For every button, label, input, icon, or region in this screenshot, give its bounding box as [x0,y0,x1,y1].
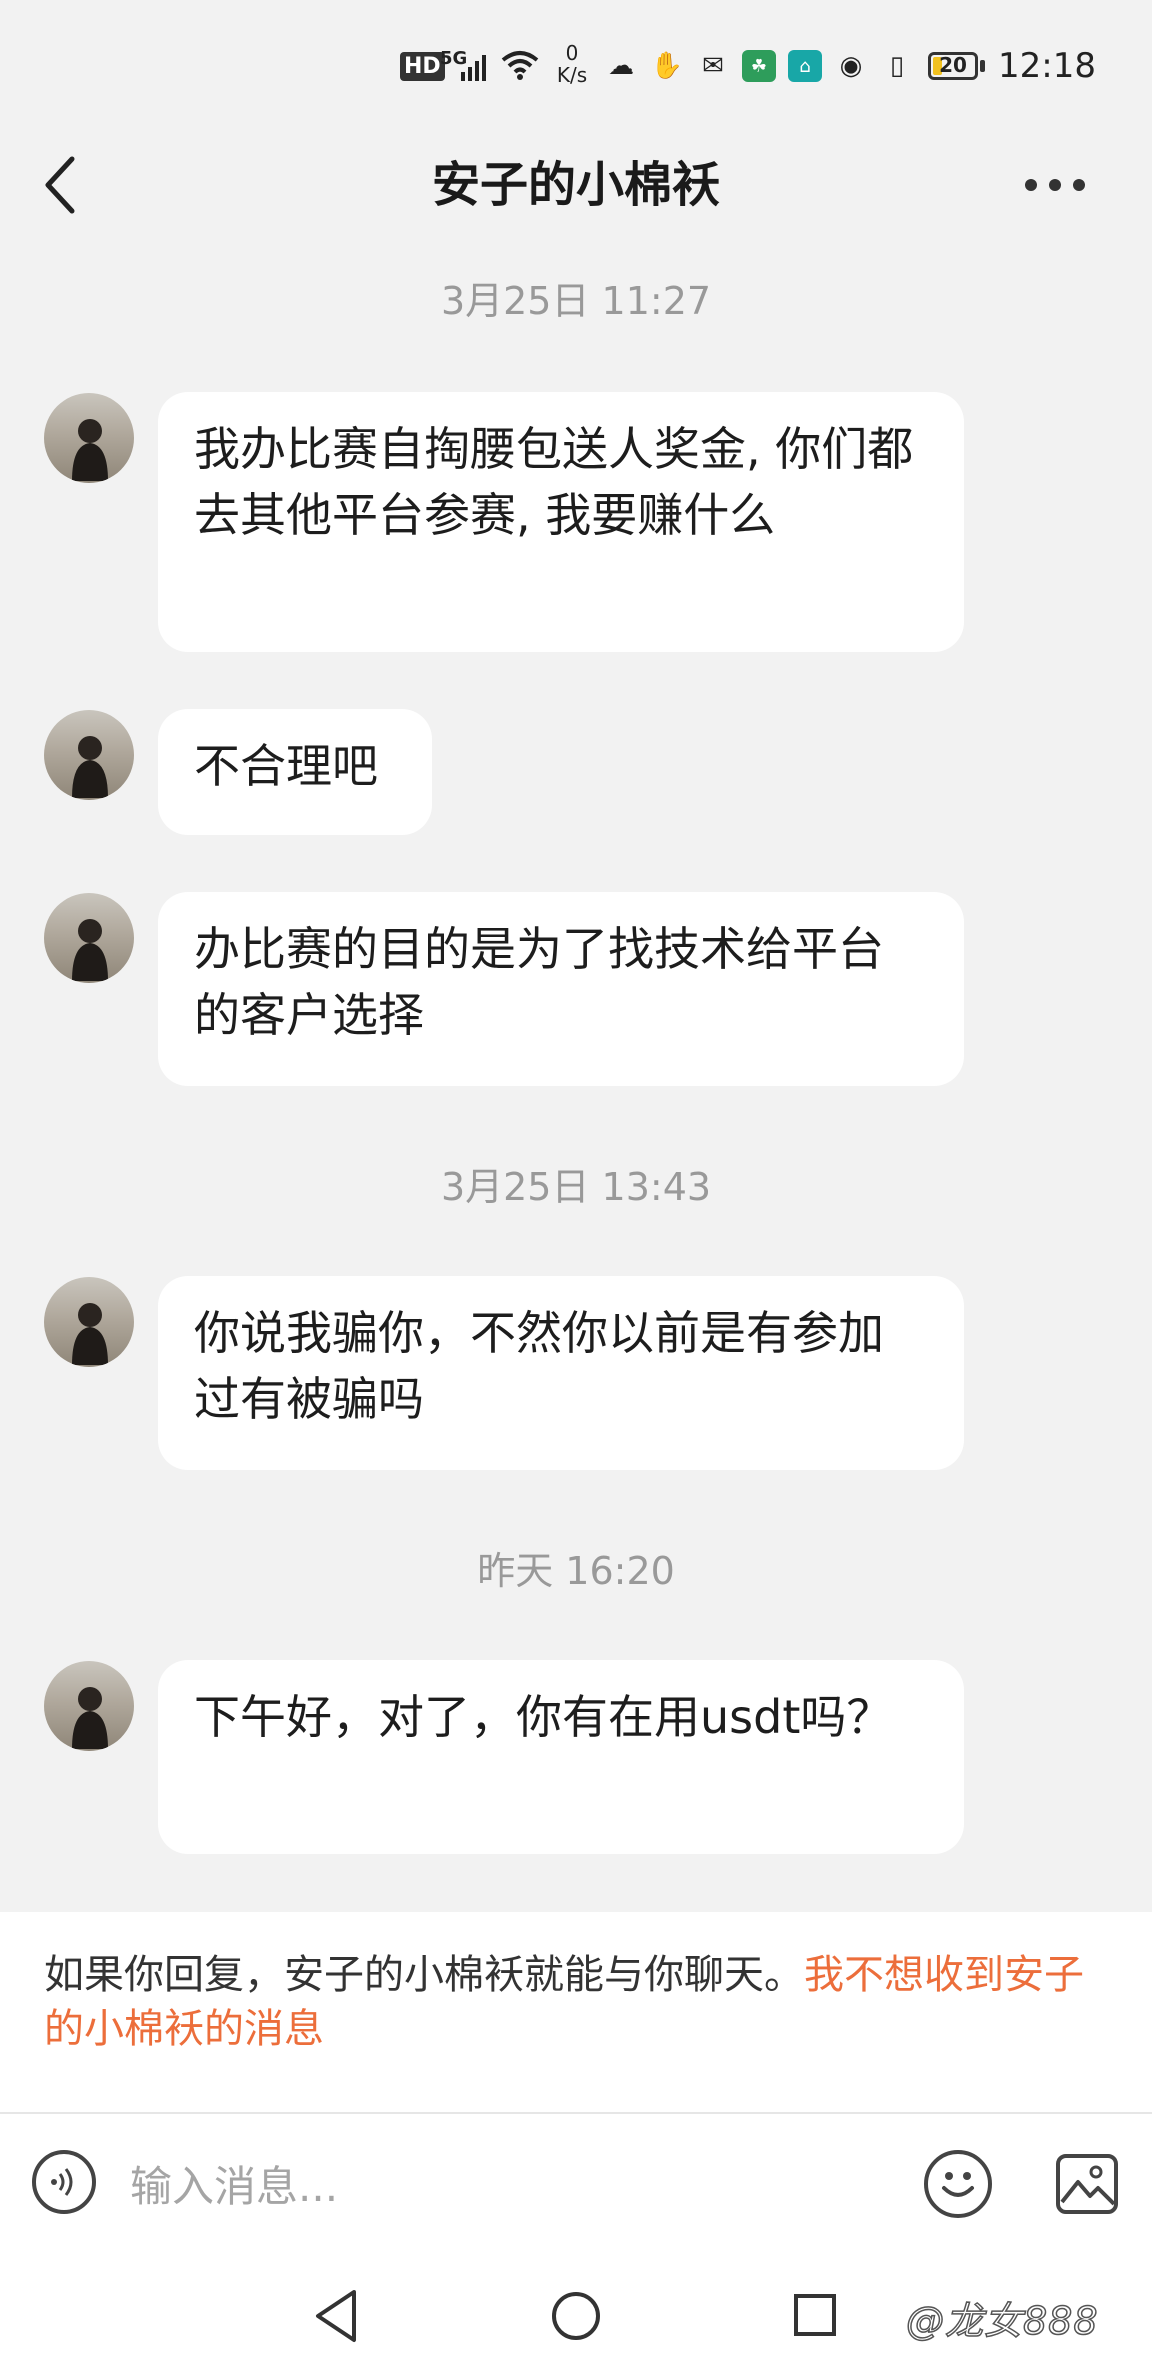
input-bar [0,2114,1152,2264]
more-dot-icon [1049,179,1061,191]
message-input[interactable] [128,2150,892,2222]
notice-text: 如果你回复，安子的小棉袄就能与你聊天。 [44,1952,804,1998]
battery-cap [980,60,985,72]
system-nav-bar: @龙女888 [0,2264,1152,2376]
app-icon-home: ⌂ [788,50,822,82]
more-dot-icon [1025,179,1037,191]
avatar[interactable] [44,1277,134,1367]
more-dot-icon [1073,179,1085,191]
avatar[interactable] [44,710,134,800]
nav-home-icon[interactable] [552,2292,600,2340]
reply-notice: 如果你回复，安子的小棉袄就能与你聊天。我不想收到安子的小棉袄的消息 [0,1912,1152,2114]
message-timestamp: 昨天 16:20 [477,1549,675,1593]
more-button[interactable] [1010,150,1100,220]
message-bubble[interactable]: 你说我骗你，不然你以前是有参加过有被骗吗 [158,1276,964,1470]
speed-value: 0 [565,41,579,65]
image-icon [1060,2165,1114,2206]
image-button[interactable] [1056,2154,1118,2214]
message-bubble[interactable]: 下午好，对了，你有在用usdt吗？ [158,1660,964,1854]
watermark: @龙女888 [905,2298,1099,2344]
wifi-icon [501,51,539,80]
page-title: 安子的小棉袄 [431,157,720,213]
emoji-button[interactable] [924,2150,992,2218]
chat-header: 安子的小棉袄 [0,130,1152,240]
clock: 12:18 [998,46,1096,86]
nav-recents-icon[interactable] [794,2294,836,2336]
avatar[interactable] [44,893,134,983]
nav-back-icon[interactable] [310,2286,362,2346]
hd-badge: HD [400,52,445,81]
voice-button[interactable] [32,2150,96,2214]
wechat-icon: ☁ [608,51,634,81]
vibrate-icon: ▯ [889,51,905,81]
avatar-photo [72,1687,108,1749]
chevron-left-icon [45,156,75,214]
voice-icon [51,2168,73,2196]
speed-unit: K/s [556,63,588,87]
avatar[interactable] [44,393,134,483]
status-bar: HD 5G 0 K/s ☁ ✋ ✉ ☘ ⌂ ◉ ▯ 20 12:18 [0,0,1152,130]
hand-icon: ✋ [650,51,684,81]
battery-level: 20 [939,53,967,77]
signal-icon [461,55,486,81]
avatar[interactable] [44,1661,134,1751]
battery-icon: 20 [928,52,978,80]
avatar-photo [72,419,108,481]
avatar-photo [72,736,108,798]
app-icon-green: ☘ [742,50,776,82]
mail-icon: ✉ [702,51,724,81]
avatar-photo [72,919,108,981]
notification-icons: ☁ ✋ ✉ ☘ ⌂ ◉ ▯ [604,50,914,82]
message-bubble[interactable]: 不合理吧 [158,709,432,835]
network-speed: 0 K/s [552,42,592,86]
message-timestamp: 3月25日 13:43 [440,1165,712,1209]
avatar-photo [72,1303,108,1365]
back-button[interactable] [30,150,90,220]
message-bubble[interactable]: 我办比赛自掏腰包送人奖金, 你们都去其他平台参赛, 我要赚什么 [158,392,964,652]
message-bubble[interactable]: 办比赛的目的是为了找技术给平台的客户选择 [158,892,964,1086]
message-timestamp: 3月25日 11:27 [440,279,712,323]
smiley-icon [942,2172,974,2197]
eye-icon: ◉ [839,51,863,81]
